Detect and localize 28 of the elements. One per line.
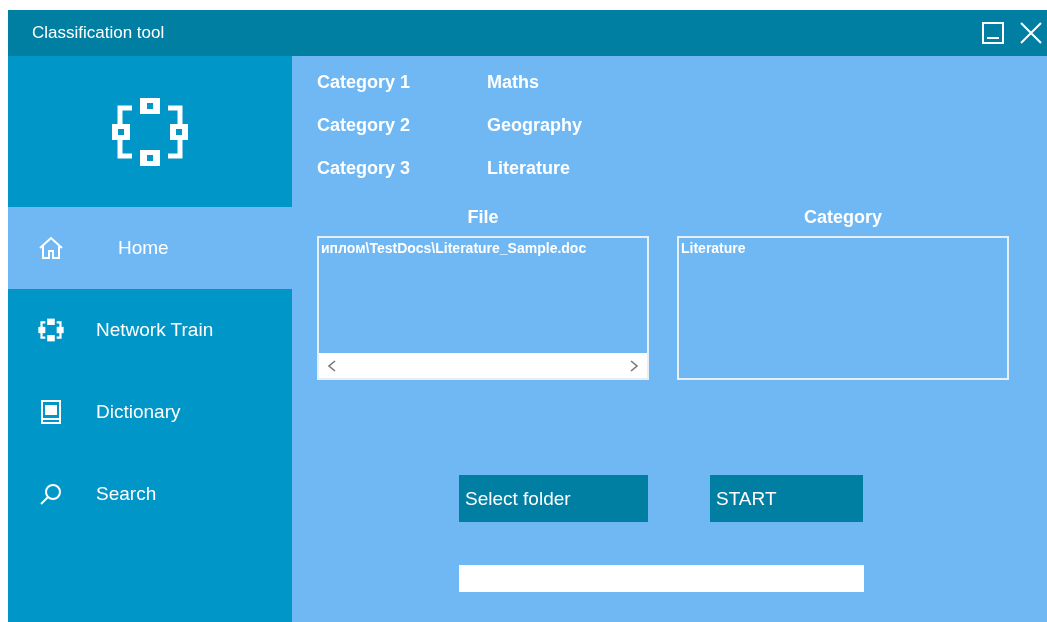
maximize-icon[interactable] [981,21,1005,45]
category-label: Category 1 [317,72,412,93]
search-icon [38,482,64,506]
nav-item[interactable]: Network Train [8,289,292,371]
file-path[interactable]: иплом\TestDocs\Literature_Sample.doc [321,240,645,256]
category-heading: Category [804,207,882,228]
scroll-right-icon[interactable] [629,359,639,372]
horizontal-scrollbar[interactable] [319,353,647,378]
book-icon [38,400,64,424]
category-list[interactable]: Literature [677,236,1009,380]
category-value: Geography [487,115,583,136]
action-button[interactable]: START [710,475,863,522]
nav-item[interactable]: Search [8,453,292,535]
category-value: Literature [487,158,571,179]
scroll-left-icon[interactable] [327,359,337,372]
category-label: Category 3 [317,158,412,179]
nav-item[interactable]: Home [8,207,292,289]
category-label: Category 2 [317,115,412,136]
home-icon [38,236,64,260]
category-result[interactable]: Literature [681,240,1005,256]
close-icon[interactable] [1019,21,1043,45]
network-icon [38,318,64,342]
category-value: Maths [487,72,539,93]
action-button[interactable]: Select folder [459,475,648,522]
file-list[interactable]: иплом\TestDocs\Literature_Sample.doc [317,236,649,380]
file-heading: File [467,207,499,228]
window-title: Classification tool [32,23,165,43]
nav-item[interactable]: Dictionary [8,371,292,453]
